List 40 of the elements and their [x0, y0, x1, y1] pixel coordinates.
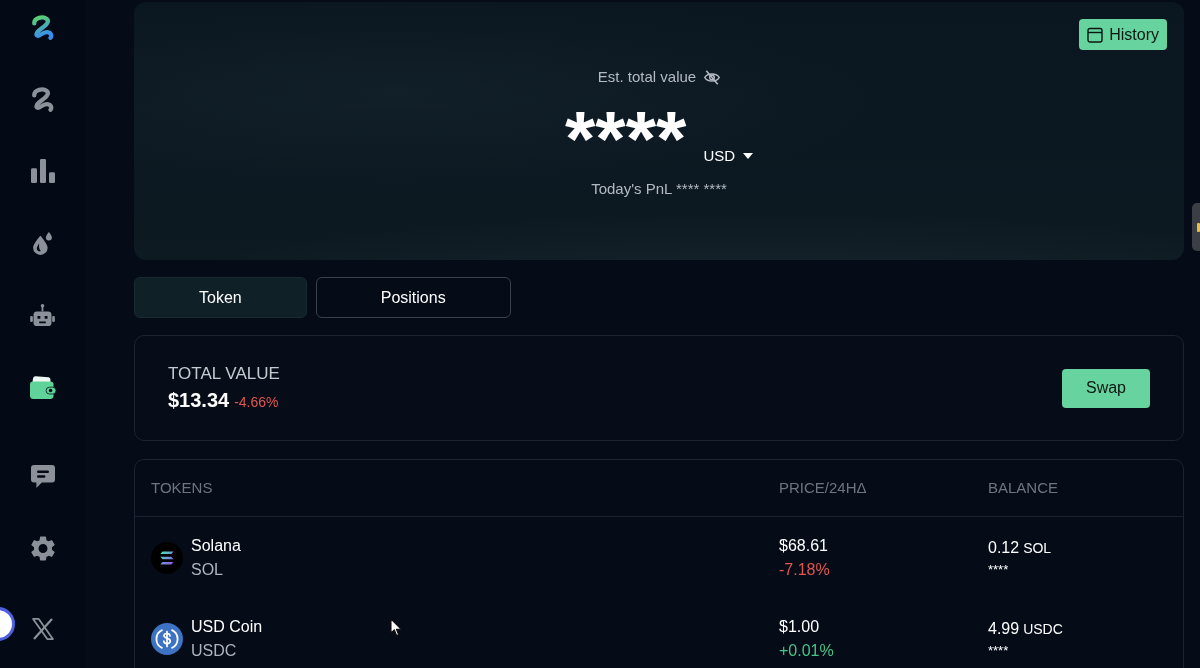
column-header: PRICE/24HΔ — [779, 477, 868, 498]
tab[interactable]: Positions — [315, 277, 511, 318]
swirl-icon[interactable] — [31, 86, 54, 112]
tab[interactable]: Token — [134, 277, 307, 318]
logo-icon[interactable] — [31, 14, 54, 40]
total-value-label: TOTAL VALUE — [168, 363, 280, 385]
robot-icon[interactable] — [30, 304, 55, 326]
bar-chart-icon[interactable] — [30, 159, 55, 183]
chat-icon[interactable] — [30, 464, 55, 488]
token-balance: 4.99 USDC — [988, 618, 1063, 639]
caret-icon — [743, 153, 754, 160]
settings-icon[interactable] — [30, 535, 55, 561]
droplet-icon[interactable] — [33, 231, 52, 255]
x-letter-icon[interactable] — [31, 618, 54, 640]
total-value-label: Est. total value — [597, 67, 697, 87]
balance-value: **** — [988, 641, 1009, 660]
token-price: $1.00 — [779, 616, 820, 637]
eye-slash-icon[interactable] — [704, 69, 721, 85]
calendar-icon — [1087, 26, 1104, 43]
column-header: BALANCE — [988, 477, 1060, 498]
token-name: USD Coin — [191, 616, 263, 637]
swap-button[interactable]: Swap — [1062, 368, 1150, 408]
total-value: **** — [564, 100, 687, 178]
balance-value: **** — [988, 560, 1009, 579]
token-price: $68.61 — [779, 535, 828, 556]
token-balance: 0.12 SOL — [988, 537, 1052, 558]
token-symbol: SOL — [191, 559, 223, 580]
cursor-icon — [390, 618, 402, 637]
wallet-icon[interactable] — [29, 375, 56, 399]
total-value: $13.34 — [168, 388, 230, 413]
currency-dropdown[interactable]: USD — [703, 145, 754, 168]
price-change: +0.01% — [779, 640, 834, 661]
token-name: Solana — [191, 535, 241, 556]
pnl-text: Today's PnL **** **** — [591, 179, 727, 199]
token-symbol: USDC — [191, 640, 237, 661]
price-change: -7.18% — [779, 559, 830, 580]
history-button[interactable]: History — [1079, 19, 1167, 50]
side-tab-icon[interactable] — [1192, 203, 1200, 251]
column-header: TOKENS — [151, 477, 214, 498]
change-percent: -4.66% — [234, 393, 279, 412]
